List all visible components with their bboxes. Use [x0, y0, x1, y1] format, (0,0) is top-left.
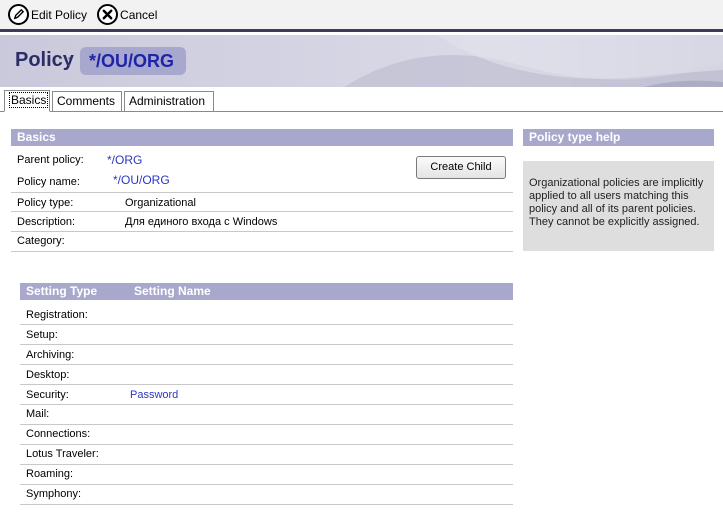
tab-comments-label: Comments [57, 94, 116, 108]
cancel-label: Cancel [120, 7, 158, 22]
description-row: Description: Для единого входа с Windows [11, 212, 513, 232]
setting-type-cell: Archiving: [26, 349, 75, 361]
setting-type-column-header: Setting Type [26, 284, 98, 298]
setting-type-cell: Connections: [26, 428, 91, 440]
policy-type-value: Organizational [125, 197, 196, 209]
create-child-button[interactable]: Create Child [416, 156, 506, 179]
parent-policy-label: Parent policy: [17, 154, 84, 166]
setting-type-cell: Desktop: [26, 369, 70, 381]
category-row: Category: [11, 232, 513, 252]
toolbar: Edit Policy Cancel [0, 0, 723, 32]
table-row: Mail: [20, 405, 513, 425]
tab-administration-label: Administration [129, 94, 206, 108]
table-row: Security: Password [20, 385, 513, 405]
help-section-header: Policy type help [523, 129, 714, 146]
table-row: Roaming: [20, 465, 513, 485]
basics-section-header: Basics [11, 129, 513, 146]
help-text: Organizational policies are implicitly a… [523, 161, 714, 251]
table-row: Connections: [20, 425, 513, 445]
table-row: Lotus Traveler: [20, 445, 513, 465]
pencil-icon [8, 4, 29, 25]
banner-decoration-image [344, 35, 723, 87]
close-icon [97, 4, 119, 25]
tab-basics-label: Basics [9, 92, 49, 108]
category-label: Category: [17, 235, 65, 247]
setting-name-cell[interactable]: Password [130, 389, 178, 401]
table-row: Symphony: [20, 485, 513, 505]
table-row: Setup: [20, 325, 513, 345]
cancel-button[interactable]: Cancel [97, 3, 157, 27]
setting-type-cell: Symphony: [26, 488, 82, 500]
description-label: Description: [17, 216, 76, 228]
policy-name-title: */OU/ORG [80, 47, 187, 75]
table-row: Archiving: [20, 345, 513, 365]
policy-name-label: Policy name: [17, 176, 80, 188]
setting-type-cell: Roaming: [26, 468, 74, 480]
page-title: Policy [15, 49, 74, 71]
tab-bar: Basics Comments Administration [0, 88, 723, 112]
policy-type-label: Policy type: [17, 197, 74, 209]
setting-type-cell: Registration: [26, 309, 88, 321]
tab-comments[interactable]: Comments [52, 91, 122, 111]
settings-table-header: Setting Type Setting Name [20, 283, 513, 300]
tab-administration[interactable]: Administration [124, 91, 214, 111]
setting-type-cell: Lotus Traveler: [26, 448, 99, 460]
page-banner: Policy : */OU/ORG [0, 35, 723, 87]
table-row: Registration: [20, 305, 513, 325]
parent-policy-row: Parent policy: */ORG [17, 150, 411, 170]
tab-basics[interactable]: Basics [4, 90, 50, 112]
table-row: Desktop: [20, 365, 513, 385]
policy-type-row: Policy type: Organizational [11, 192, 513, 212]
parent-policy-link[interactable]: */ORG [107, 153, 142, 167]
title-separator: : [67, 53, 72, 70]
policy-name-value: */OU/ORG [113, 173, 170, 187]
setting-name-column-header: Setting Name [134, 284, 211, 298]
setting-type-cell: Security: [26, 389, 69, 401]
edit-policy-button[interactable]: Edit Policy [8, 3, 87, 27]
setting-type-cell: Setup: [26, 329, 58, 341]
description-value: Для единого входа с Windows [125, 216, 278, 228]
policy-name-row: Policy name: */OU/ORG [17, 172, 411, 192]
edit-policy-label: Edit Policy [31, 7, 88, 22]
setting-type-cell: Mail: [26, 408, 50, 420]
